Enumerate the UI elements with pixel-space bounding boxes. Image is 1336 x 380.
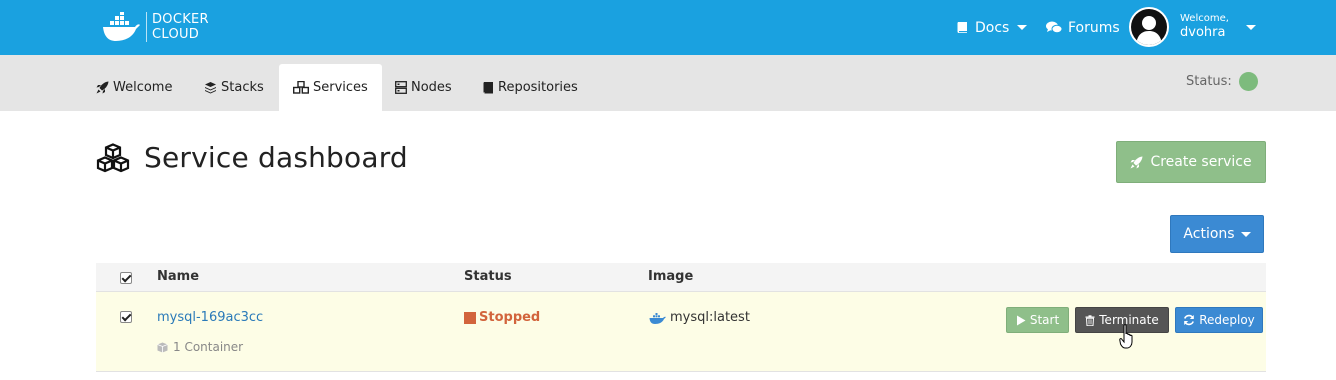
system-status: Status: <box>1186 72 1258 91</box>
username: dvohra <box>1180 25 1226 40</box>
image-name: mysql:latest <box>670 310 750 325</box>
hand-cursor-icon <box>1119 324 1133 349</box>
docs-menu[interactable]: Docs <box>956 0 1028 55</box>
avatar[interactable] <box>1129 7 1169 47</box>
logo-text: DOCKER CLOUD <box>152 12 209 42</box>
trash-icon <box>1085 314 1095 326</box>
container-count-label: 1 Container <box>173 340 244 354</box>
tab-repositories-label: Repositories <box>498 80 578 95</box>
forums-link[interactable]: Forums <box>1046 0 1120 55</box>
book-icon <box>957 22 967 33</box>
status-text: Stopped <box>479 310 541 325</box>
user-menu[interactable]: Welcome, dvohra <box>1180 13 1229 40</box>
rocket-icon <box>96 81 109 94</box>
actions-dropdown-button[interactable]: Actions <box>1170 215 1264 253</box>
start-button[interactable]: Start <box>1006 307 1069 333</box>
docker-cloud-logo[interactable]: DOCKER CLOUD <box>102 12 209 42</box>
create-service-button[interactable]: Create service <box>1116 141 1266 183</box>
image-cell: mysql:latest <box>649 310 750 325</box>
docs-label: Docs <box>975 19 1010 36</box>
status-label: Status: <box>1186 74 1232 89</box>
docker-whale-icon <box>649 312 666 324</box>
status-indicator <box>1238 72 1258 91</box>
create-service-label: Create service <box>1150 154 1252 170</box>
refresh-icon <box>1184 314 1195 326</box>
cubes-icon <box>293 81 309 94</box>
chevron-down-icon <box>1240 231 1251 237</box>
rocket-icon <box>1130 156 1143 168</box>
column-name: Name <box>157 269 200 284</box>
tab-repositories[interactable]: Repositories <box>482 64 578 111</box>
status-badge: Stopped <box>464 310 540 325</box>
column-status: Status <box>464 269 512 284</box>
top-bar: DOCKER CLOUD Docs Forums Welcome, dvohra <box>0 0 1336 55</box>
tab-nodes-label: Nodes <box>411 80 452 95</box>
page-title: Service dashboard <box>96 141 408 174</box>
server-icon <box>395 81 407 94</box>
container-count: 1 Container <box>157 340 243 354</box>
logo-line-1: DOCKER <box>152 12 209 27</box>
logo-line-2: CLOUD <box>152 27 200 42</box>
stopped-indicator <box>464 311 476 324</box>
tab-welcome[interactable]: Welcome <box>96 64 172 111</box>
sub-navigation: Welcome Stacks Services Nodes Repositori… <box>0 55 1336 111</box>
actions-label: Actions <box>1183 226 1235 242</box>
tab-welcome-label: Welcome <box>113 80 173 95</box>
user-silhouette-icon <box>1131 9 1167 45</box>
redeploy-label: Redeploy <box>1199 313 1255 327</box>
docker-whale-icon <box>103 12 140 41</box>
tab-nodes[interactable]: Nodes <box>395 64 452 111</box>
tab-stacks[interactable]: Stacks <box>204 64 264 111</box>
logo-divider <box>146 12 147 42</box>
page-title-text: Service dashboard <box>144 141 408 174</box>
service-name-link[interactable]: mysql-169ac3cc <box>157 310 263 325</box>
column-image: Image <box>648 269 694 284</box>
start-label: Start <box>1029 313 1060 327</box>
welcome-label: Welcome, <box>1180 13 1229 24</box>
tab-services-label: Services <box>313 80 368 95</box>
row-checkbox[interactable] <box>120 311 132 323</box>
play-icon <box>1016 315 1026 325</box>
redeploy-button[interactable]: Redeploy <box>1175 307 1263 333</box>
select-all-checkbox[interactable] <box>120 272 132 284</box>
tab-stacks-label: Stacks <box>221 80 264 95</box>
table-row: mysql-169ac3cc 1 Container Stopped mysql… <box>96 292 1266 372</box>
cube-icon <box>157 342 168 352</box>
cubes-icon <box>96 142 130 172</box>
chevron-down-icon <box>1017 25 1028 30</box>
tab-services[interactable]: Services <box>279 64 382 111</box>
book-icon <box>483 82 493 94</box>
table-header: Name Status Image <box>96 263 1266 292</box>
user-menu-chevron-icon[interactable] <box>1246 25 1256 30</box>
stack-icon <box>205 82 216 94</box>
comments-icon <box>1046 21 1062 34</box>
forums-label: Forums <box>1068 19 1120 36</box>
